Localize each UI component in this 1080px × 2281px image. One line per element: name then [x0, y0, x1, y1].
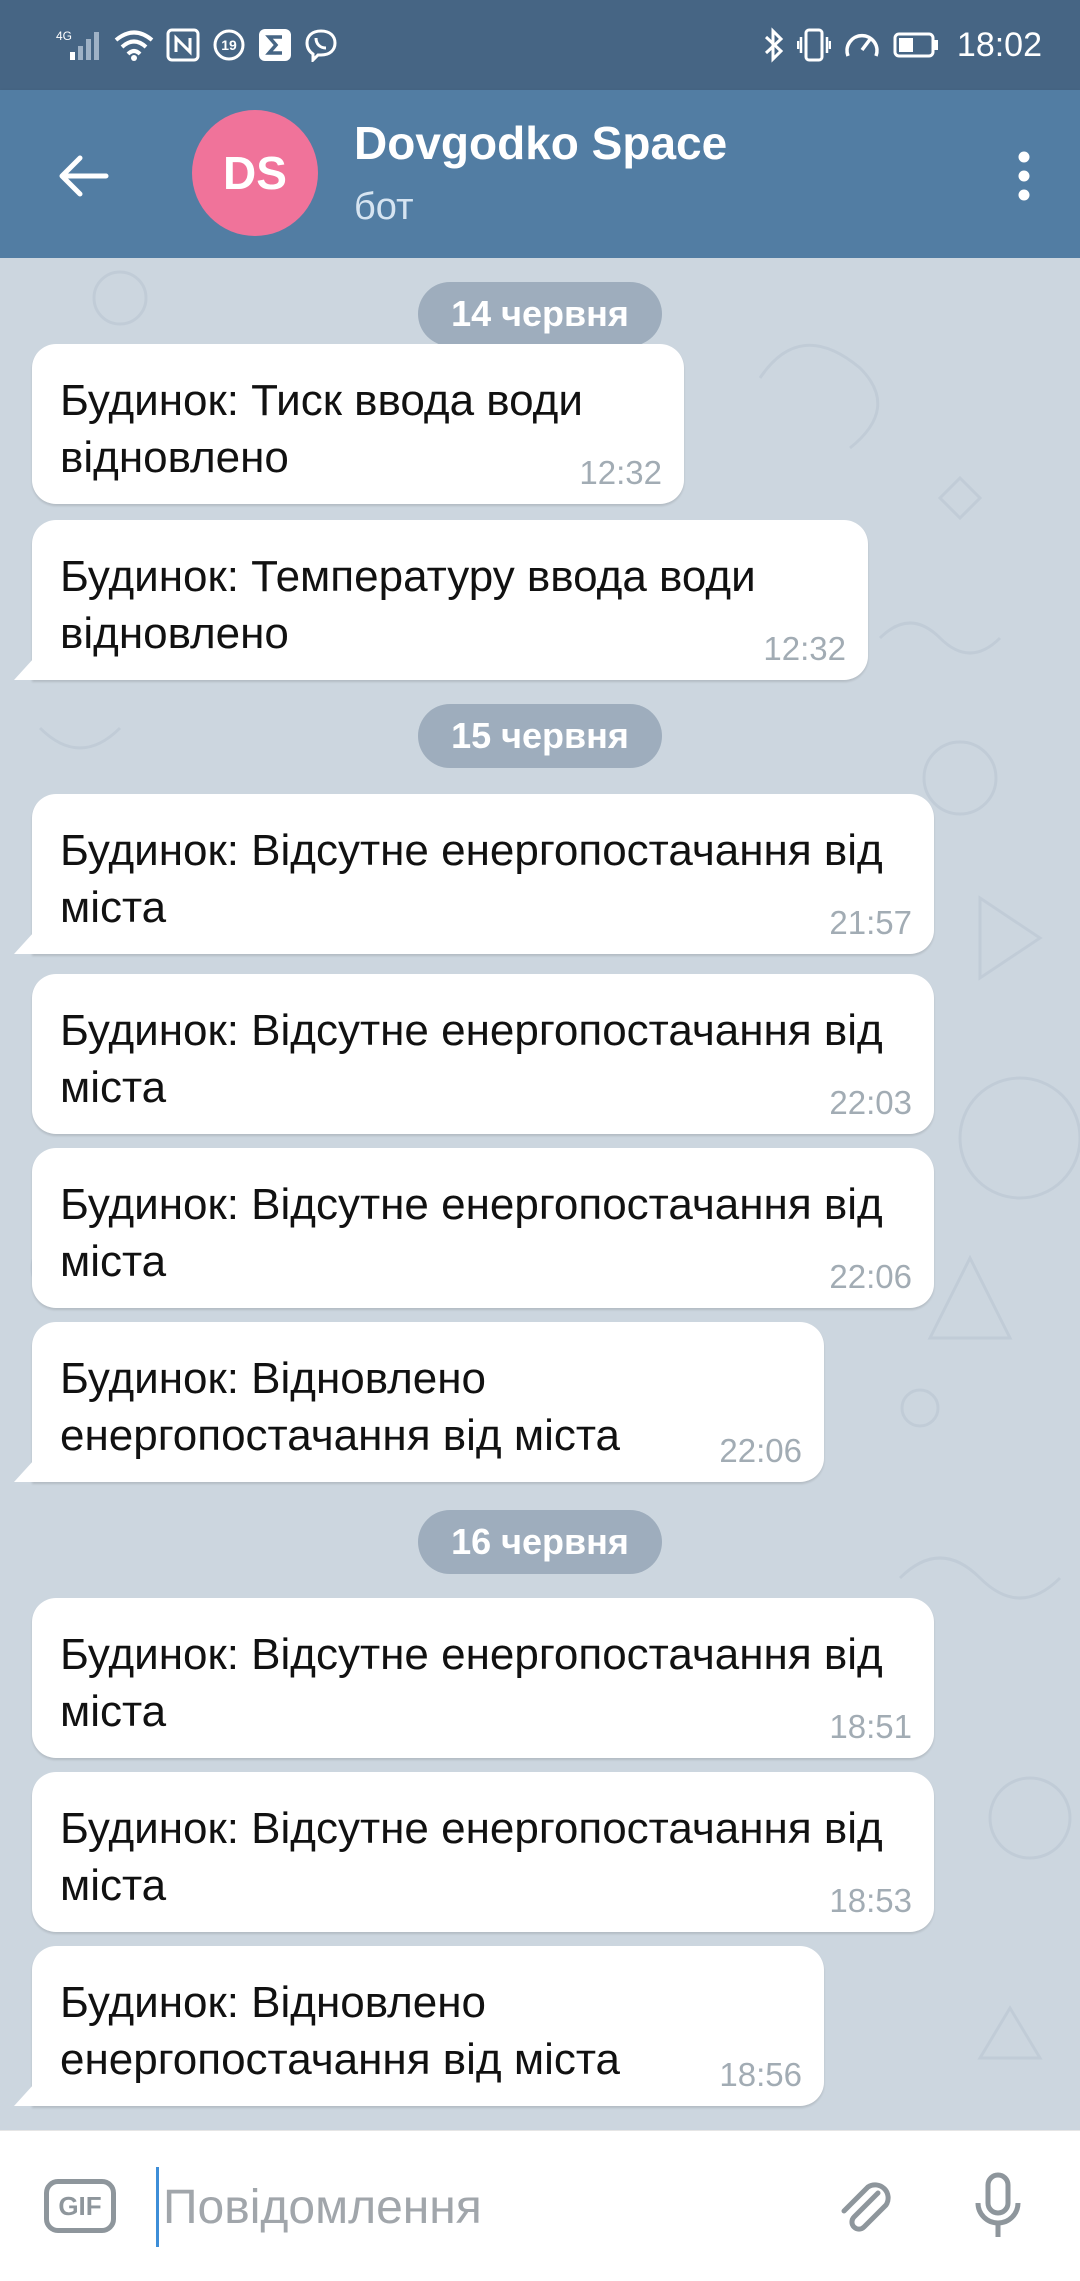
message-input[interactable]	[156, 2167, 805, 2247]
nfc-icon	[166, 28, 200, 62]
message-text: Будинок: Відновлено енергопостачання від…	[60, 1354, 620, 1460]
message-text: Будинок: Відсутне енергопостачання від м…	[60, 1006, 883, 1112]
message-time: 18:51	[829, 1708, 912, 1745]
message-time: 22:06	[829, 1258, 912, 1295]
message-time: 22:03	[829, 1084, 912, 1121]
date-separator: 16 червня	[418, 1510, 662, 1574]
message-bubble[interactable]: Будинок: Тиск ввода води відновлено 12:3…	[32, 344, 684, 504]
message-time: 12:32	[763, 630, 846, 667]
back-arrow-icon	[59, 155, 109, 197]
more-vertical-icon	[1018, 151, 1030, 201]
message-text: Будинок: Тиск ввода води відновлено	[60, 376, 583, 482]
wifi-icon	[114, 29, 154, 61]
message-time: 12:32	[579, 454, 662, 491]
avatar[interactable]: DS	[192, 110, 318, 236]
viber-icon	[304, 28, 338, 62]
message-bubble[interactable]: Будинок: Відсутне енергопостачання від м…	[32, 1148, 934, 1308]
vibrate-icon	[796, 27, 831, 63]
notification-badge: 19	[221, 37, 237, 53]
status-right-icons: 18:02	[763, 22, 1042, 68]
message-text: Будинок: Відсутне енергопостачання від м…	[60, 1630, 883, 1736]
speedometer-icon	[843, 28, 881, 62]
attach-button[interactable]	[824, 2167, 904, 2247]
notification-count-icon: 19	[212, 28, 246, 62]
network-type: 4G	[56, 29, 72, 43]
sigma-app-icon	[258, 28, 292, 62]
chat-subtitle: бот	[354, 186, 414, 228]
message-time: 18:56	[719, 2056, 802, 2093]
gif-button[interactable]: GIF	[44, 2179, 116, 2233]
microphone-icon	[975, 2172, 1021, 2237]
message-bubble[interactable]: Будинок: Відновлено енергопостачання від…	[32, 1322, 824, 1482]
date-separator: 14 червня	[418, 282, 662, 346]
status-bar: 4G 19 18:02	[0, 0, 1080, 90]
chat-header: DS Dovgodko Space бот	[0, 90, 1080, 258]
message-bubble[interactable]: Будинок: Відсутне енергопостачання від м…	[32, 974, 934, 1134]
cellular-signal-icon: 4G	[56, 28, 102, 62]
message-bubble[interactable]: Будинок: Відсутне енергопостачання від м…	[32, 794, 934, 954]
clock: 18:02	[956, 25, 1042, 64]
more-options-button[interactable]	[992, 140, 1056, 212]
date-separator: 15 червня	[418, 704, 662, 768]
message-time: 18:53	[829, 1882, 912, 1919]
message-time: 21:57	[829, 904, 912, 941]
back-button[interactable]	[48, 140, 120, 212]
bluetooth-icon	[763, 27, 785, 63]
battery-icon	[893, 32, 939, 58]
microphone-button[interactable]	[958, 2167, 1038, 2247]
status-left-icons: 4G 19	[56, 22, 338, 68]
message-text: Будинок: Відсутне енергопостачання від м…	[60, 1180, 883, 1286]
message-composer: GIF	[0, 2130, 1080, 2281]
message-text: Будинок: Відсутне енергопостачання від м…	[60, 826, 883, 932]
message-bubble[interactable]: Будинок: Відновлено енергопостачання від…	[32, 1946, 824, 2106]
message-text: Будинок: Відновлено енергопостачання від…	[60, 1978, 620, 2084]
message-bubble[interactable]: Будинок: Відсутне енергопостачання від м…	[32, 1772, 934, 1932]
paperclip-icon	[841, 2182, 891, 2232]
message-list[interactable]: 14 червня Будинок: Тиск ввода води відно…	[0, 258, 1080, 2130]
message-time: 22:06	[719, 1432, 802, 1469]
message-bubble[interactable]: Будинок: Відсутне енергопостачання від м…	[32, 1598, 934, 1758]
message-text: Будинок: Температуру ввода води відновле…	[60, 552, 756, 658]
message-text: Будинок: Відсутне енергопостачання від м…	[60, 1804, 883, 1910]
message-bubble[interactable]: Будинок: Температуру ввода води відновле…	[32, 520, 868, 680]
chat-title[interactable]: Dovgodko Space	[354, 116, 727, 170]
